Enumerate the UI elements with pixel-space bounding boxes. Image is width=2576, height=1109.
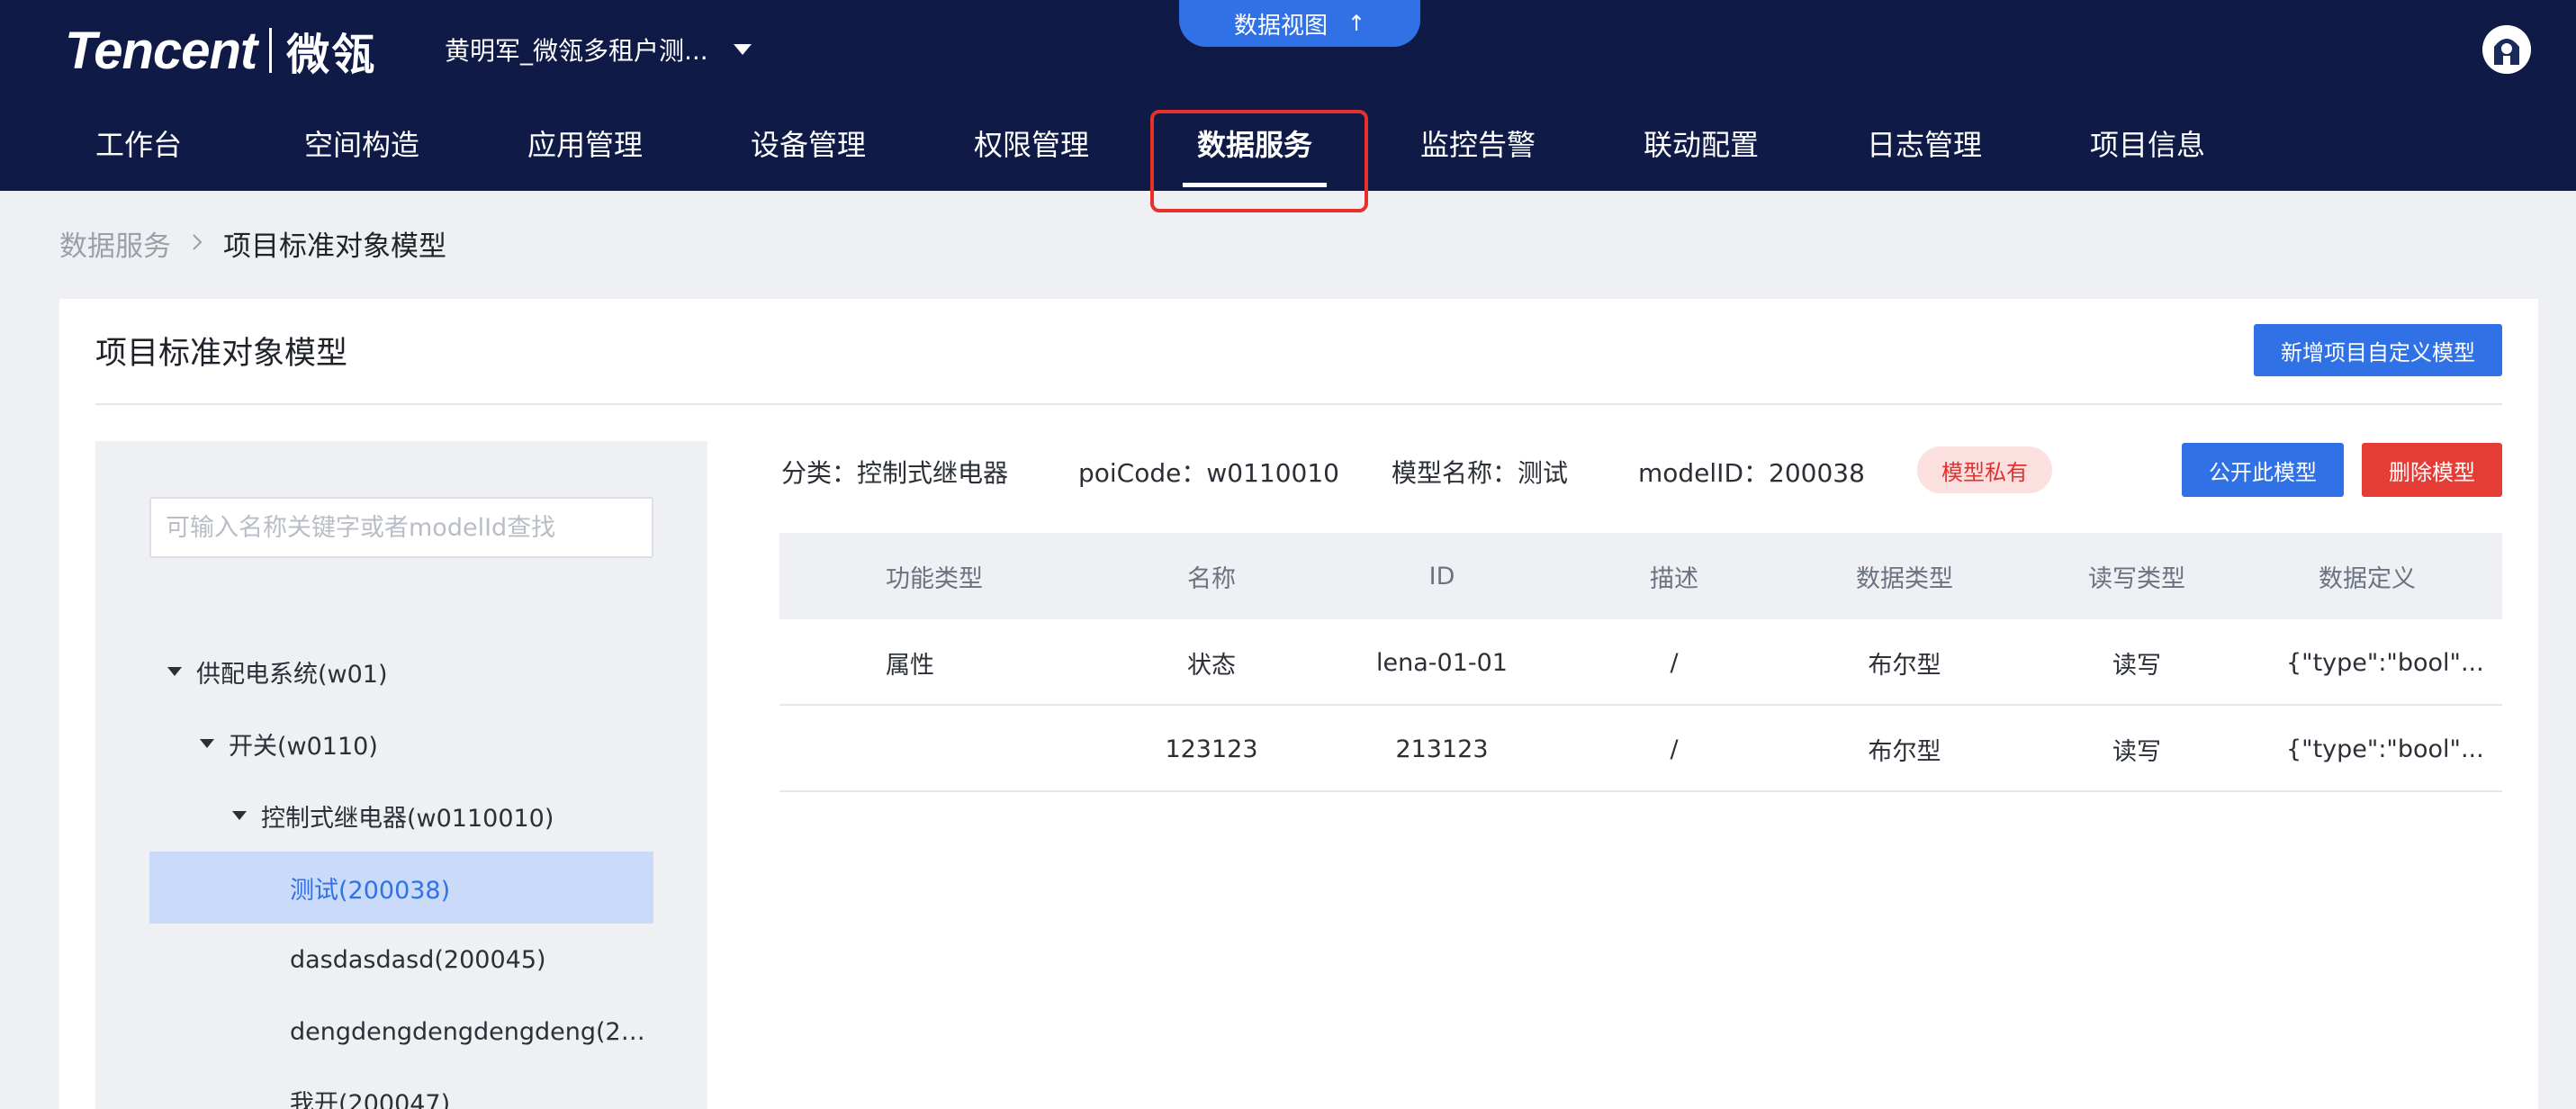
user-icon bbox=[2482, 25, 2531, 74]
caret-down-icon bbox=[167, 667, 182, 676]
model-id: modelID：200038 bbox=[1638, 458, 1865, 488]
nav-item-space[interactable]: 空间构造 bbox=[304, 106, 419, 191]
nav-active-indicator bbox=[1183, 183, 1327, 187]
user-avatar[interactable] bbox=[2482, 25, 2531, 74]
cell-description: / bbox=[1670, 648, 1679, 677]
model-category: 分类：控制式继电器 bbox=[781, 458, 1009, 488]
logo-product-name: 微瓴 bbox=[286, 30, 377, 80]
add-custom-model-button[interactable]: 新增项目自定义模型 bbox=[2254, 324, 2502, 376]
header-name: 名称 bbox=[1187, 564, 1236, 593]
breadcrumb-parent[interactable]: 数据服务 bbox=[59, 223, 171, 264]
cell-rw-type: 读写 bbox=[2112, 737, 2161, 766]
tree-leaf[interactable]: dasdasdasd(200045) bbox=[149, 924, 653, 996]
nav-item-monitoring[interactable]: 监控告警 bbox=[1420, 106, 1536, 191]
caret-down-icon bbox=[232, 811, 247, 820]
nav-item-apps[interactable]: 应用管理 bbox=[527, 106, 643, 191]
top-header: Tencent 微瓴 黄明军_微瓴多租户测... 数据视图 ↑ 工作台 空间构造… bbox=[0, 0, 2576, 191]
nav-item-workbench[interactable]: 工作台 bbox=[95, 106, 182, 191]
tree-leaf-label: 测试(200038) bbox=[290, 876, 451, 905]
model-attributes-table: 功能类型 名称 ID 描述 数据类型 读写类型 数据定义 属性 状态 lena-… bbox=[779, 533, 2502, 792]
cell-id: 213123 bbox=[1395, 735, 1489, 763]
tree-leaf-label: dengdengdengdengdeng(20... bbox=[290, 1017, 653, 1046]
chevron-right-icon bbox=[191, 228, 203, 259]
caret-down-icon bbox=[733, 44, 752, 55]
main-nav: 工作台 空间构造 应用管理 设备管理 权限管理 数据服务 监控告警 联动配置 日… bbox=[0, 106, 2576, 191]
header-function-type: 功能类型 bbox=[886, 564, 983, 593]
tree-node[interactable]: 开关(w0110) bbox=[149, 708, 653, 780]
title-divider bbox=[95, 403, 2502, 405]
tree-node-label: 开关(w0110) bbox=[229, 732, 378, 761]
model-tree: 供配电系统(w01) 开关(w0110) 控制式继电器(w0110010) 测试… bbox=[95, 441, 707, 1109]
nav-item-data-service[interactable]: 数据服务 bbox=[1197, 106, 1312, 191]
table-row[interactable]: 123123 213123 / 布尔型 读写 {"type":"bool"... bbox=[779, 706, 2502, 792]
cell-data-definition: {"type":"bool"... bbox=[2286, 735, 2484, 763]
header-data-definition: 数据定义 bbox=[2319, 564, 2416, 593]
data-view-label: 数据视图 bbox=[1233, 12, 1328, 40]
delete-model-button[interactable]: 删除模型 bbox=[2362, 443, 2502, 497]
tree-node-label: 控制式继电器(w0110010) bbox=[261, 804, 554, 833]
table-header-row: 功能类型 名称 ID 描述 数据类型 读写类型 数据定义 bbox=[779, 533, 2502, 619]
tree-search-input[interactable] bbox=[149, 497, 653, 558]
header-id: ID bbox=[1428, 562, 1455, 591]
cell-rw-type: 读写 bbox=[2112, 651, 2161, 680]
tree-leaf[interactable]: 我开(200047) bbox=[149, 1068, 653, 1109]
table-row[interactable]: 属性 状态 lena-01-01 / 布尔型 读写 {"type":"bool"… bbox=[779, 619, 2502, 706]
caret-down-icon bbox=[200, 739, 214, 748]
tenant-selector[interactable]: 黄明军_微瓴多租户测... bbox=[445, 27, 752, 72]
tenant-name: 黄明军_微瓴多租户测... bbox=[445, 36, 708, 66]
tree-leaf-label: 我开(200047) bbox=[290, 1090, 451, 1109]
header-description: 描述 bbox=[1650, 564, 1698, 593]
model-poi-code: poiCode：w0110010 bbox=[1078, 458, 1339, 488]
tree-node[interactable]: 供配电系统(w01) bbox=[149, 636, 653, 708]
data-view-toggle[interactable]: 数据视图 ↑ bbox=[1179, 0, 1420, 47]
header-rw-type: 读写类型 bbox=[2088, 564, 2185, 593]
tree-node[interactable]: 控制式继电器(w0110010) bbox=[149, 780, 653, 852]
cell-description: / bbox=[1670, 735, 1679, 763]
tree-leaf[interactable]: dengdengdengdengdeng(20... bbox=[149, 996, 653, 1068]
cell-data-type: 布尔型 bbox=[1868, 651, 1941, 680]
tree-node-label: 供配电系统(w01) bbox=[196, 660, 388, 689]
nav-item-permissions[interactable]: 权限管理 bbox=[974, 106, 1089, 191]
cell-data-type: 布尔型 bbox=[1868, 737, 1941, 766]
cell-function-type: 属性 bbox=[886, 651, 934, 680]
breadcrumb-current: 项目标准对象模型 bbox=[223, 230, 446, 263]
private-status-badge: 模型私有 bbox=[1917, 446, 2052, 493]
tree-leaf-label: dasdasdasd(200045) bbox=[290, 945, 546, 974]
logo-divider bbox=[269, 28, 273, 73]
cell-id: lena-01-01 bbox=[1376, 648, 1508, 677]
tree-leaf-selected[interactable]: 测试(200038) bbox=[149, 852, 653, 924]
header-data-type: 数据类型 bbox=[1856, 564, 1953, 593]
model-name: 模型名称：测试 bbox=[1392, 458, 1569, 488]
nav-item-linkage[interactable]: 联动配置 bbox=[1644, 106, 1759, 191]
arrow-up-icon: ↑ bbox=[1347, 11, 1366, 36]
breadcrumb: 数据服务 项目标准对象模型 bbox=[59, 223, 446, 263]
main-panel: 项目标准对象模型 新增项目自定义模型 供配电系统(w01) 开关(w0110) … bbox=[59, 299, 2538, 1109]
nav-item-logs[interactable]: 日志管理 bbox=[1867, 106, 1982, 191]
cell-data-definition: {"type":"bool"... bbox=[2286, 648, 2484, 677]
nav-item-project-info[interactable]: 项目信息 bbox=[2090, 106, 2205, 191]
cell-name: 123123 bbox=[1165, 735, 1258, 763]
cell-name: 状态 bbox=[1187, 651, 1236, 680]
tencent-logo[interactable]: Tencent 微瓴 bbox=[65, 22, 376, 81]
logo-text: Tencent bbox=[65, 21, 257, 80]
nav-item-devices[interactable]: 设备管理 bbox=[751, 106, 866, 191]
publish-model-button[interactable]: 公开此模型 bbox=[2182, 443, 2344, 497]
page-title: 项目标准对象模型 bbox=[95, 336, 348, 372]
